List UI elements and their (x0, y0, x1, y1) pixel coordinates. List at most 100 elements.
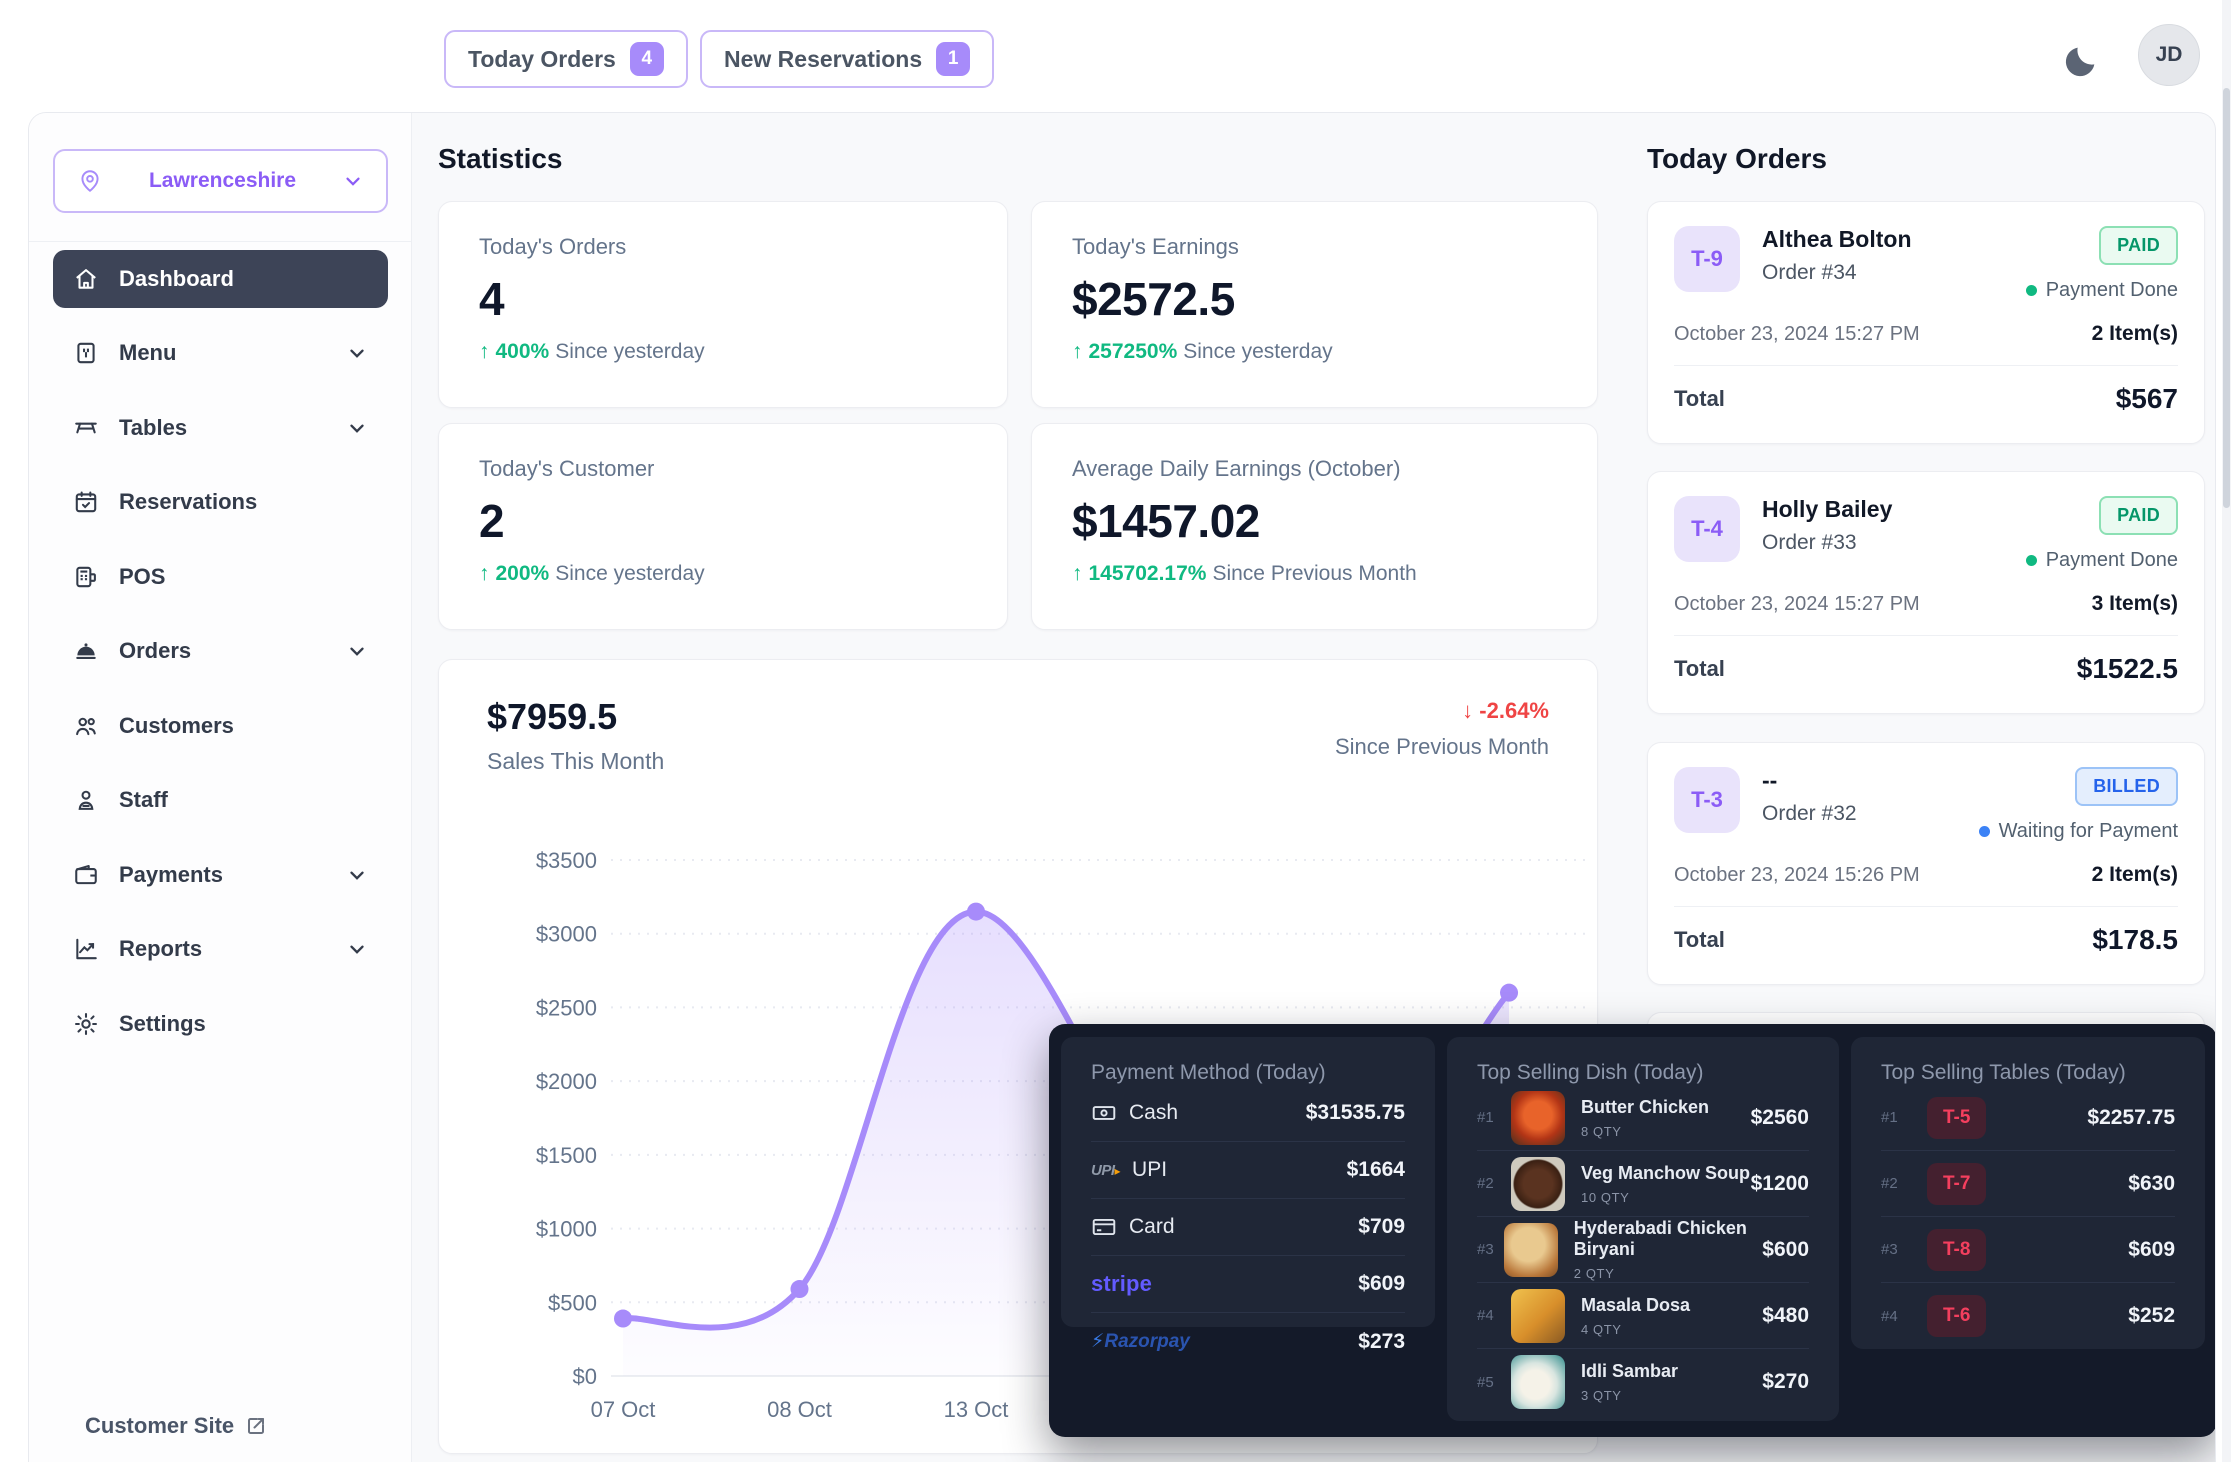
chevron-down-icon (346, 640, 368, 662)
rank-label: #2 (1881, 1175, 1915, 1192)
customer-name: Althea Bolton (1762, 226, 1912, 253)
top-selling-tables-panel: Top Selling Tables (Today) #1 T-5 $2257.… (1851, 1037, 2205, 1349)
table-row: #1 T-5 $2257.75 (1881, 1085, 2175, 1151)
stat-label: Today's Orders (479, 234, 967, 260)
scrollbar-thumb[interactable] (2223, 88, 2230, 508)
payment-amount: $273 (1358, 1330, 1405, 1354)
sidebar-item-customers[interactable]: Customers (53, 697, 388, 755)
dish-row: #4 Masala Dosa4 QTY $480 (1477, 1283, 1809, 1349)
sidebar-item-label: POS (119, 564, 165, 590)
map-pin-icon (77, 168, 103, 194)
top-bar: Today Orders 4 New Reservations 1 JD (0, 0, 2236, 112)
table-badge: T-4 (1674, 496, 1740, 562)
dish-amount: $1200 (1751, 1172, 1809, 1196)
sidebar-item-label: Orders (119, 638, 191, 664)
sidebar-item-reservations[interactable]: Reservations (53, 473, 388, 531)
sidebar-item-dashboard[interactable]: Dashboard (53, 250, 388, 308)
payment-amount: $1664 (1347, 1158, 1405, 1182)
location-selector[interactable]: Lawrenceshire (53, 149, 388, 213)
stat-card-todays-customer: Today's Customer 2 ↑200%Since yesterday (438, 423, 1008, 630)
sidebar-item-label: Tables (119, 415, 187, 441)
sidebar-item-label: Reservations (119, 489, 257, 515)
sidebar-item-orders[interactable]: Orders (53, 622, 388, 680)
user-avatar[interactable]: JD (2138, 24, 2200, 86)
pos-terminal-icon (73, 564, 99, 590)
status-badge: PAID (2099, 496, 2178, 535)
rank-label: #1 (1881, 1109, 1915, 1126)
arrow-up-icon: ↑ (479, 340, 490, 364)
order-number: Order #32 (1762, 802, 1857, 826)
rank-label: #4 (1477, 1307, 1511, 1324)
status-badge: PAID (2099, 226, 2178, 265)
total-amount: $178.5 (2092, 924, 2178, 956)
sidebar-item-tables[interactable]: Tables (53, 399, 388, 457)
wallet-icon (73, 862, 99, 888)
sidebar-item-settings[interactable]: Settings (53, 995, 388, 1053)
sidebar-item-pos[interactable]: POS (53, 548, 388, 606)
table-number-badge: T-8 (1927, 1229, 1986, 1271)
chevron-down-icon (346, 938, 368, 960)
sidebar-item-reports[interactable]: Reports (53, 920, 388, 978)
order-number: Order #34 (1762, 261, 1912, 285)
stat-delta-period: Since Previous Month (1212, 562, 1416, 586)
order-card[interactable]: T-4 Holly Bailey Order #33 PAID Payment … (1647, 471, 2205, 714)
status-dot-icon (2026, 555, 2037, 566)
dish-row: #5 Idli Sambar3 QTY $270 (1477, 1349, 1809, 1415)
table-number-badge: T-6 (1927, 1295, 1986, 1337)
stat-delta-pct: 200% (496, 562, 550, 586)
table-row: #4 T-6 $252 (1881, 1283, 2175, 1349)
payment-state: Payment Done (2046, 279, 2178, 302)
page-scrollbar[interactable] (2222, 0, 2231, 1462)
sidebar-item-staff[interactable]: Staff (53, 771, 388, 829)
svg-text:13 Oct: 13 Oct (944, 1397, 1009, 1422)
stat-card-average-daily-earnings: Average Daily Earnings (October) $1457.0… (1031, 423, 1598, 630)
payment-method-name: UPI (1132, 1158, 1167, 1182)
svg-text:$2000: $2000 (536, 1069, 597, 1094)
stat-label: Today's Customer (479, 456, 967, 482)
today-orders-button[interactable]: Today Orders 4 (444, 30, 688, 88)
payment-row-stripe: stripe $609 (1091, 1256, 1405, 1313)
svg-text:$3500: $3500 (536, 848, 597, 873)
sidebar-item-payments[interactable]: Payments (53, 846, 388, 904)
payment-row-razorpay: ⚡Razorpay $273 (1091, 1313, 1405, 1370)
new-reservations-count-badge: 1 (936, 42, 970, 76)
customer-site-link[interactable]: Customer Site (85, 1413, 268, 1439)
upi-logo-icon: UPI▸ (1091, 1162, 1120, 1179)
location-name: Lawrenceshire (103, 169, 342, 193)
sidebar-item-menu[interactable]: Menu (53, 324, 388, 382)
total-amount: $567 (2116, 383, 2178, 415)
rank-label: #3 (1477, 1241, 1504, 1258)
divider (1674, 635, 2178, 636)
chevron-down-icon (346, 864, 368, 886)
rank-label: #3 (1881, 1241, 1915, 1258)
dish-amount: $480 (1762, 1304, 1809, 1328)
arrow-up-icon: ↑ (479, 562, 490, 586)
svg-text:$1000: $1000 (536, 1217, 597, 1242)
statistics-title: Statistics (438, 143, 563, 175)
order-items: 3 Item(s) (2092, 592, 2178, 616)
customer-site-label: Customer Site (85, 1413, 234, 1439)
payment-state: Payment Done (2046, 549, 2178, 572)
moon-icon (2060, 42, 2104, 82)
sidebar-item-label: Reports (119, 936, 202, 962)
stat-label: Today's Earnings (1072, 234, 1557, 260)
payment-method-name: Card (1129, 1215, 1175, 1239)
dish-qty: 2 QTY (1574, 1266, 1762, 1281)
calendar-check-icon (73, 489, 99, 515)
order-card[interactable]: T-3 -- Order #32 BILLED Waiting for Paym… (1647, 742, 2205, 985)
order-card[interactable]: T-9 Althea Bolton Order #34 PAID Payment… (1647, 201, 2205, 444)
svg-text:$500: $500 (548, 1290, 597, 1315)
order-date: October 23, 2024 15:26 PM (1674, 864, 1920, 887)
rank-label: #5 (1477, 1374, 1511, 1391)
dish-photo (1511, 1157, 1565, 1211)
svg-text:$1500: $1500 (536, 1143, 597, 1168)
arrow-down-icon: ↓ (1462, 698, 1479, 723)
new-reservations-button[interactable]: New Reservations 1 (700, 30, 994, 88)
new-reservations-button-label: New Reservations (724, 46, 922, 73)
dark-mode-toggle[interactable] (2060, 40, 2104, 84)
dashboard-app: Today Orders 4 New Reservations 1 JD Law… (0, 0, 2236, 1462)
sidebar-item-label: Dashboard (119, 266, 234, 292)
order-date: October 23, 2024 15:27 PM (1674, 323, 1920, 346)
dish-qty: 8 QTY (1581, 1124, 1709, 1139)
sidebar: Lawrenceshire Dashboard Menu Tables (29, 113, 412, 1462)
